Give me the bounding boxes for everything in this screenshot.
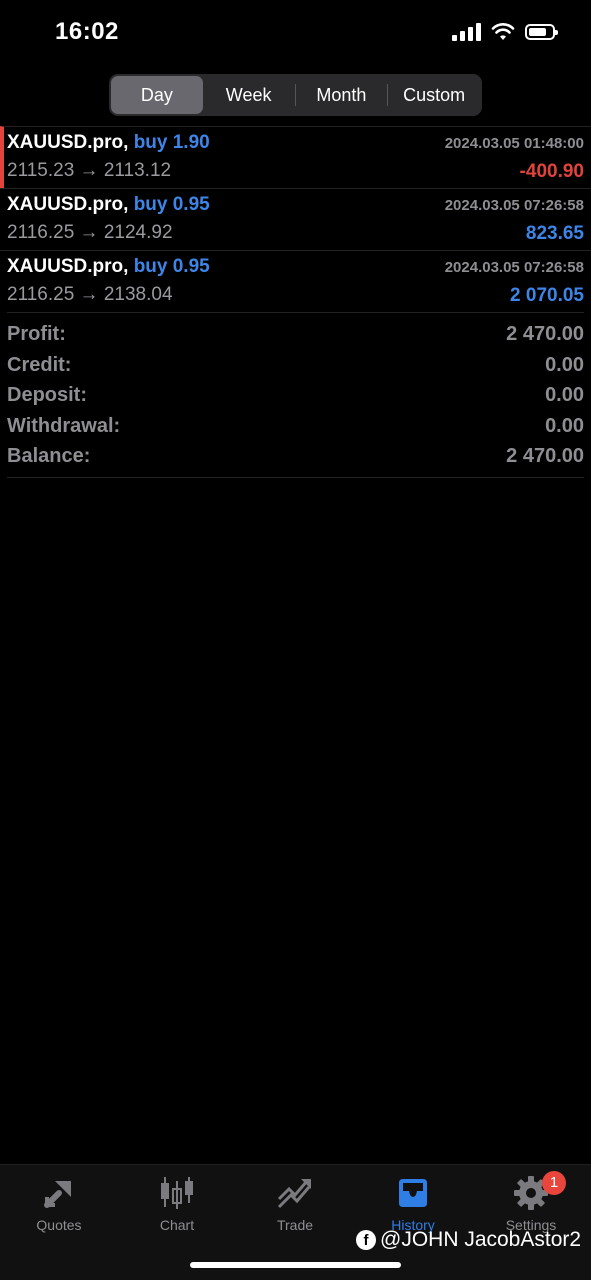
summary-label: Profit: [7,323,66,345]
deal-symbol: XAUUSD.pro, [7,256,129,277]
status-icons [452,23,558,41]
summary-value: 0.00 [545,353,584,376]
deal-profit: -400.90 [519,161,584,182]
summary-divider [7,477,584,478]
summary-value: 0.00 [545,384,584,406]
quotes-icon [44,1181,71,1208]
summary-label: Deposit: [7,384,87,406]
period-selector: Day Week Month Custom [109,74,482,116]
deal-symbol: XAUUSD.pro, [7,194,129,215]
deal-row[interactable]: XAUUSD.pro, buy 0.95 2024.03.05 07:26:58… [0,250,591,312]
deal-time: 2024.03.05 07:26:58 [444,197,584,214]
tab-trade[interactable]: Trade [236,1173,354,1233]
summary-row-credit: Credit: 0.00 [7,352,584,383]
summary-value: 2 470.00 [506,323,584,345]
chart-icon [161,1177,193,1209]
summary-value: 0.00 [545,414,584,437]
tab-label: Quotes [36,1217,82,1233]
deal-time: 2024.03.05 01:48:00 [444,135,584,152]
deal-profit: 823.65 [525,223,584,244]
summary-label: Withdrawal: [7,414,121,437]
tab-custom[interactable]: Custom [388,76,480,114]
summary-row-withdrawal: Withdrawal: 0.00 [7,413,584,444]
deal-symbol: XAUUSD.pro, [7,132,129,153]
watermark: f @JOHN JacobAstor2 [356,1228,581,1252]
deal-profit: 2 070.05 [510,285,584,306]
deal-direction: buy 0.95 [133,256,210,277]
deal-symbol-line: XAUUSD.pro, buy 0.95 [7,256,210,278]
deal-row[interactable]: XAUUSD.pro, buy 1.90 2024.03.05 01:48:00… [0,126,591,188]
account-summary: Profit: 2 470.00 Credit: 0.00 Deposit: 0… [7,312,584,474]
facebook-logo-icon: f [356,1230,376,1250]
tab-day[interactable]: Day [111,76,203,114]
home-indicator[interactable] [190,1262,401,1268]
deal-prices: 2116.25 → 2124.92 [7,222,173,243]
tab-history[interactable]: History [354,1173,472,1233]
tab-label: Chart [159,1217,195,1233]
battery-icon [525,24,558,40]
summary-label: Credit: [7,353,72,376]
summary-row-balance: Balance: 2 470.00 [7,443,584,474]
trade-icon [277,1179,311,1209]
tab-month[interactable]: Month [296,76,388,114]
deal-direction: buy 0.95 [133,194,210,215]
deal-time: 2024.03.05 07:26:58 [444,259,584,276]
deal-symbol-line: XAUUSD.pro, buy 0.95 [7,194,210,216]
summary-row-deposit: Deposit: 0.00 [7,382,584,413]
history-icon [399,1179,427,1207]
history-screen: 16:02 Day Week Month Custom XAUUSD.pro, … [0,0,591,1280]
deal-row[interactable]: XAUUSD.pro, buy 0.95 2024.03.05 07:26:58… [0,188,591,250]
deal-prices: 2115.23 → 2113.12 [7,160,172,181]
cellular-signal-icon [452,23,481,41]
status-bar: 16:02 [0,0,591,68]
tab-settings[interactable]: 1 Settings [472,1171,590,1233]
summary-row-profit: Profit: 2 470.00 [7,321,584,352]
deal-prices: 2116.25 → 2138.04 [7,284,173,305]
deal-direction: buy 1.90 [133,132,210,153]
deal-list: XAUUSD.pro, buy 1.90 2024.03.05 01:48:00… [0,126,591,312]
wifi-icon [491,23,515,40]
notification-badge: 1 [542,1171,566,1195]
status-time: 16:02 [55,18,119,45]
tab-label: Trade [276,1217,314,1233]
summary-label: Balance: [7,445,91,467]
tab-week[interactable]: Week [203,76,295,114]
summary-value: 2 470.00 [506,445,584,467]
deal-symbol-line: XAUUSD.pro, buy 1.90 [7,132,210,154]
watermark-text: @JOHN JacobAstor2 [380,1228,582,1251]
tab-quotes[interactable]: Quotes [0,1173,118,1233]
tab-chart[interactable]: Chart [118,1173,236,1233]
